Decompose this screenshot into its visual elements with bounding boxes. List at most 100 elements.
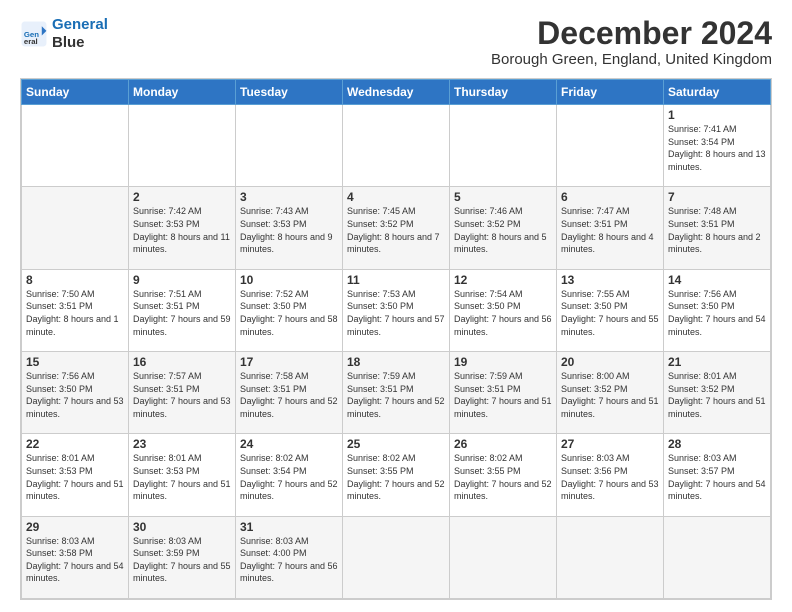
daylight: Daylight: 8 hours and 7 minutes. xyxy=(347,232,440,255)
day-of-week-header: Monday xyxy=(129,80,236,105)
sunset: Sunset: 3:53 PM xyxy=(133,466,200,476)
sunset: Sunset: 3:51 PM xyxy=(347,384,414,394)
calendar-cell xyxy=(22,187,129,269)
daylight: Daylight: 7 hours and 55 minutes. xyxy=(561,314,659,337)
sunrise: Sunrise: 7:50 AM xyxy=(26,289,95,299)
day-info: Sunrise: 8:03 AM Sunset: 4:00 PM Dayligh… xyxy=(240,535,338,585)
calendar-cell: 29 Sunrise: 8:03 AM Sunset: 3:58 PM Dayl… xyxy=(22,516,129,598)
daylight: Daylight: 8 hours and 4 minutes. xyxy=(561,232,654,255)
calendar-cell: 20 Sunrise: 8:00 AM Sunset: 3:52 PM Dayl… xyxy=(557,352,664,434)
daylight: Daylight: 8 hours and 1 minute. xyxy=(26,314,119,337)
sunset: Sunset: 4:00 PM xyxy=(240,548,307,558)
day-info: Sunrise: 7:59 AM Sunset: 3:51 PM Dayligh… xyxy=(454,370,552,420)
sunrise: Sunrise: 8:02 AM xyxy=(347,453,416,463)
daylight: Daylight: 8 hours and 2 minutes. xyxy=(668,232,761,255)
sunrise: Sunrise: 8:03 AM xyxy=(240,536,309,546)
sunset: Sunset: 3:51 PM xyxy=(668,219,735,229)
day-info: Sunrise: 8:03 AM Sunset: 3:57 PM Dayligh… xyxy=(668,452,766,502)
day-number: 3 xyxy=(240,190,338,204)
day-number: 8 xyxy=(26,273,124,287)
calendar-cell: 1 Sunrise: 7:41 AM Sunset: 3:54 PM Dayli… xyxy=(664,105,771,187)
day-of-week-header: Thursday xyxy=(450,80,557,105)
calendar-cell xyxy=(557,105,664,187)
daylight: Daylight: 7 hours and 57 minutes. xyxy=(347,314,445,337)
day-info: Sunrise: 8:02 AM Sunset: 3:55 PM Dayligh… xyxy=(454,452,552,502)
calendar-cell xyxy=(236,105,343,187)
day-info: Sunrise: 7:47 AM Sunset: 3:51 PM Dayligh… xyxy=(561,205,659,255)
day-number: 25 xyxy=(347,437,445,451)
calendar-cell: 21 Sunrise: 8:01 AM Sunset: 3:52 PM Dayl… xyxy=(664,352,771,434)
sunrise: Sunrise: 7:52 AM xyxy=(240,289,309,299)
month-title: December 2024 xyxy=(491,16,772,51)
daylight: Daylight: 7 hours and 54 minutes. xyxy=(26,561,124,584)
daylight: Daylight: 7 hours and 52 minutes. xyxy=(347,479,445,502)
sunrise: Sunrise: 8:00 AM xyxy=(561,371,630,381)
day-info: Sunrise: 7:41 AM Sunset: 3:54 PM Dayligh… xyxy=(668,123,766,173)
day-number: 5 xyxy=(454,190,552,204)
sunset: Sunset: 3:50 PM xyxy=(347,301,414,311)
calendar-header-row: SundayMondayTuesdayWednesdayThursdayFrid… xyxy=(22,80,771,105)
day-number: 4 xyxy=(347,190,445,204)
day-of-week-header: Tuesday xyxy=(236,80,343,105)
day-number: 14 xyxy=(668,273,766,287)
calendar-cell: 17 Sunrise: 7:58 AM Sunset: 3:51 PM Dayl… xyxy=(236,352,343,434)
day-info: Sunrise: 7:57 AM Sunset: 3:51 PM Dayligh… xyxy=(133,370,231,420)
day-info: Sunrise: 8:03 AM Sunset: 3:58 PM Dayligh… xyxy=(26,535,124,585)
daylight: Daylight: 7 hours and 54 minutes. xyxy=(668,314,766,337)
day-number: 16 xyxy=(133,355,231,369)
sunrise: Sunrise: 8:02 AM xyxy=(240,453,309,463)
calendar-cell: 5 Sunrise: 7:46 AM Sunset: 3:52 PM Dayli… xyxy=(450,187,557,269)
sunrise: Sunrise: 7:43 AM xyxy=(240,206,309,216)
daylight: Daylight: 8 hours and 13 minutes. xyxy=(668,149,766,172)
day-info: Sunrise: 7:46 AM Sunset: 3:52 PM Dayligh… xyxy=(454,205,552,255)
daylight: Daylight: 7 hours and 56 minutes. xyxy=(454,314,552,337)
day-info: Sunrise: 7:52 AM Sunset: 3:50 PM Dayligh… xyxy=(240,288,338,338)
day-of-week-header: Sunday xyxy=(22,80,129,105)
day-number: 1 xyxy=(668,108,766,122)
calendar-cell: 9 Sunrise: 7:51 AM Sunset: 3:51 PM Dayli… xyxy=(129,269,236,351)
calendar-cell xyxy=(450,516,557,598)
calendar-cell: 13 Sunrise: 7:55 AM Sunset: 3:50 PM Dayl… xyxy=(557,269,664,351)
day-of-week-header: Friday xyxy=(557,80,664,105)
day-number: 2 xyxy=(133,190,231,204)
calendar-cell: 3 Sunrise: 7:43 AM Sunset: 3:53 PM Dayli… xyxy=(236,187,343,269)
day-of-week-header: Wednesday xyxy=(343,80,450,105)
calendar-cell xyxy=(22,105,129,187)
daylight: Daylight: 7 hours and 52 minutes. xyxy=(240,396,338,419)
day-info: Sunrise: 7:45 AM Sunset: 3:52 PM Dayligh… xyxy=(347,205,445,255)
sunrise: Sunrise: 7:54 AM xyxy=(454,289,523,299)
sunrise: Sunrise: 7:56 AM xyxy=(668,289,737,299)
day-number: 12 xyxy=(454,273,552,287)
sunrise: Sunrise: 7:42 AM xyxy=(133,206,202,216)
day-number: 22 xyxy=(26,437,124,451)
day-info: Sunrise: 7:42 AM Sunset: 3:53 PM Dayligh… xyxy=(133,205,231,255)
sunrise: Sunrise: 7:59 AM xyxy=(347,371,416,381)
day-number: 13 xyxy=(561,273,659,287)
calendar-cell: 16 Sunrise: 7:57 AM Sunset: 3:51 PM Dayl… xyxy=(129,352,236,434)
sunset: Sunset: 3:58 PM xyxy=(26,548,93,558)
day-number: 28 xyxy=(668,437,766,451)
daylight: Daylight: 7 hours and 54 minutes. xyxy=(668,479,766,502)
day-number: 10 xyxy=(240,273,338,287)
day-number: 11 xyxy=(347,273,445,287)
calendar-cell: 10 Sunrise: 7:52 AM Sunset: 3:50 PM Dayl… xyxy=(236,269,343,351)
daylight: Daylight: 7 hours and 58 minutes. xyxy=(240,314,338,337)
daylight: Daylight: 7 hours and 52 minutes. xyxy=(347,396,445,419)
day-number: 9 xyxy=(133,273,231,287)
sunset: Sunset: 3:57 PM xyxy=(668,466,735,476)
day-info: Sunrise: 8:00 AM Sunset: 3:52 PM Dayligh… xyxy=(561,370,659,420)
daylight: Daylight: 7 hours and 59 minutes. xyxy=(133,314,231,337)
sunset: Sunset: 3:54 PM xyxy=(668,137,735,147)
day-number: 31 xyxy=(240,520,338,534)
sunset: Sunset: 3:51 PM xyxy=(561,219,628,229)
calendar-cell: 31 Sunrise: 8:03 AM Sunset: 4:00 PM Dayl… xyxy=(236,516,343,598)
sunrise: Sunrise: 7:47 AM xyxy=(561,206,630,216)
sunrise: Sunrise: 7:46 AM xyxy=(454,206,523,216)
sunset: Sunset: 3:52 PM xyxy=(561,384,628,394)
day-number: 6 xyxy=(561,190,659,204)
sunrise: Sunrise: 8:02 AM xyxy=(454,453,523,463)
sunset: Sunset: 3:52 PM xyxy=(668,384,735,394)
sunrise: Sunrise: 8:01 AM xyxy=(668,371,737,381)
day-of-week-header: Saturday xyxy=(664,80,771,105)
calendar-cell xyxy=(664,516,771,598)
